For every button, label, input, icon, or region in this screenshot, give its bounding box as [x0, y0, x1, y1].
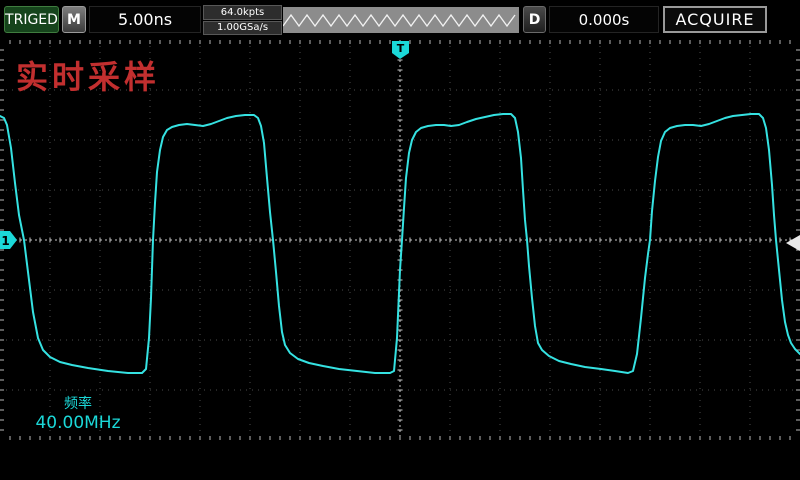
- sampling-mode-label: 实时采样: [16, 52, 160, 98]
- timebase-readout[interactable]: 5.00ns: [89, 6, 201, 33]
- channel1-level-marker-label: 1: [1, 234, 9, 248]
- acquire-menu-button[interactable]: ACQUIRE: [663, 6, 767, 33]
- menu-button[interactable]: M: [62, 6, 86, 33]
- graticule: [0, 40, 800, 440]
- display-button[interactable]: D: [523, 6, 546, 33]
- sample-rate-readout: 1.00GSa/s: [203, 21, 282, 36]
- bottom-status-bar: 1 200.00mV 1X 2 OFF M OFF T CH1 -16.00mV: [0, 444, 800, 480]
- oscilloscope-screen: T 1 实时采样 频率 40.00MHz TRIGED M 5.00ns 64.…: [0, 0, 800, 480]
- trigger-position-marker[interactable]: T: [392, 41, 409, 59]
- trigger-level-arrow[interactable]: [786, 235, 800, 251]
- preview-zigzag-icon: [283, 7, 519, 33]
- channel1-level-marker[interactable]: 1: [0, 231, 17, 249]
- trigger-position-readout[interactable]: 0.000s: [549, 6, 659, 33]
- measurement-label: 频率: [28, 395, 128, 413]
- measurement-readout: 频率 40.00MHz: [28, 395, 128, 433]
- trigger-status-badge: TRIGED: [4, 6, 59, 33]
- trigger-position-marker-label: T: [397, 42, 405, 55]
- memory-depth-readout: 64.0kpts: [203, 5, 282, 20]
- acquisition-info: 64.0kpts 1.00GSa/s: [203, 5, 282, 35]
- measurement-value: 40.00MHz: [28, 413, 128, 433]
- waveform-preview-strip[interactable]: [283, 7, 519, 33]
- ch1-trace: [0, 114, 800, 373]
- top-status-bar: TRIGED M 5.00ns 64.0kpts 1.00GSa/s D 0.0…: [0, 0, 800, 40]
